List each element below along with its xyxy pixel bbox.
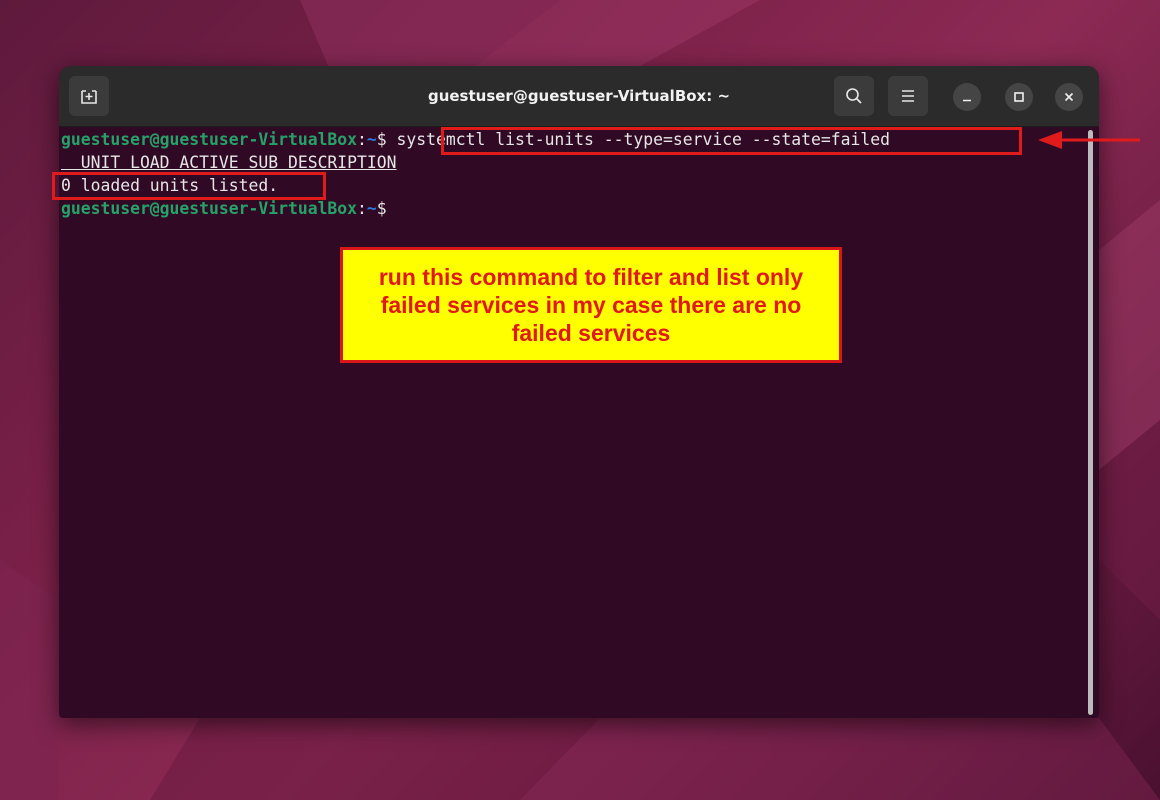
close-button[interactable] xyxy=(1055,83,1083,111)
prompt-colon: : xyxy=(357,130,367,149)
terminal-window: guestuser@guestuser-VirtualBox: ~ guestu… xyxy=(59,66,1099,718)
titlebar: guestuser@guestuser-VirtualBox: ~ xyxy=(59,66,1099,127)
command-text: systemctl list-units --type=service --st… xyxy=(396,130,890,149)
maximize-button[interactable] xyxy=(1005,83,1033,111)
output-result: 0 loaded units listed. xyxy=(61,176,279,195)
new-tab-icon xyxy=(81,90,97,104)
prompt-symbol: $ xyxy=(376,130,387,149)
close-icon xyxy=(1064,92,1074,102)
prompt-user: guestuser@guestuser-VirtualBox xyxy=(61,199,358,218)
new-tab-button[interactable] xyxy=(69,76,109,116)
minimize-icon xyxy=(963,99,971,102)
search-button[interactable] xyxy=(834,76,874,116)
prompt-line: guestuser@guestuser-VirtualBox:~$ xyxy=(61,197,387,220)
terminal-output[interactable]: guestuser@guestuser-VirtualBox:~$ system… xyxy=(59,127,1083,717)
search-icon xyxy=(846,88,862,104)
prompt-symbol: $ xyxy=(376,199,387,218)
scrollbar[interactable] xyxy=(1088,130,1093,715)
minimize-button[interactable] xyxy=(953,83,981,111)
arrow-left-icon xyxy=(1038,131,1140,149)
prompt-path: ~ xyxy=(366,199,377,218)
prompt-path: ~ xyxy=(366,130,377,149)
command-line: guestuser@guestuser-VirtualBox:~$ system… xyxy=(61,128,890,151)
hamburger-menu-icon xyxy=(902,90,914,102)
maximize-icon xyxy=(1014,92,1024,102)
annotation-callout: run this command to filter and list only… xyxy=(340,247,842,363)
menu-button[interactable] xyxy=(888,76,928,116)
window-title: guestuser@guestuser-VirtualBox: ~ xyxy=(427,87,731,105)
prompt-colon: : xyxy=(357,199,367,218)
output-header: UNIT LOAD ACTIVE SUB DESCRIPTION xyxy=(61,153,397,172)
prompt-user: guestuser@guestuser-VirtualBox xyxy=(61,130,358,149)
